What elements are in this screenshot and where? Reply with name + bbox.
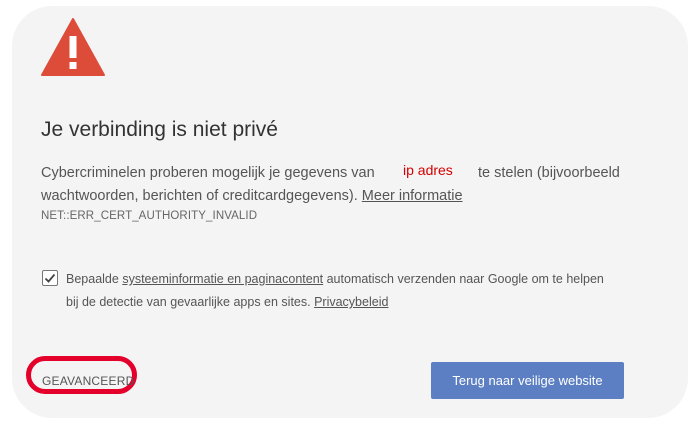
checkmark-icon [44, 273, 56, 283]
message-part-1: Cybercriminelen proberen mogelijk je geg… [41, 165, 375, 181]
warning-triangle-icon [41, 18, 105, 76]
report-text-3: bij de detectie van gevaarlijke apps en … [66, 295, 311, 309]
page-title: Je verbinding is niet privé [41, 118, 278, 141]
report-text-2: automatisch verzenden naar Google om te … [326, 272, 604, 286]
back-to-safety-button[interactable]: Terug naar veilige website [431, 362, 624, 399]
privacy-policy-link[interactable]: Privacybeleid [314, 295, 388, 309]
error-code: NET::ERR_CERT_AUTHORITY_INVALID [41, 210, 258, 222]
ip-address-placeholder: ip adres [403, 162, 453, 178]
more-info-link[interactable]: Meer informatie [362, 188, 463, 204]
message-part-2: te stelen (bijvoorbeeld [478, 165, 620, 181]
report-text: Bepaalde systeeminformatie en paginacont… [66, 268, 646, 314]
system-info-link[interactable]: systeeminformatie en paginacontent [122, 272, 323, 286]
message-part-3: wachtwoorden, berichten of creditcardgeg… [41, 188, 358, 204]
advanced-button[interactable]: GEAVANCEERD [42, 374, 134, 388]
report-text-1: Bepaalde [66, 272, 119, 286]
report-checkbox[interactable] [42, 270, 58, 286]
